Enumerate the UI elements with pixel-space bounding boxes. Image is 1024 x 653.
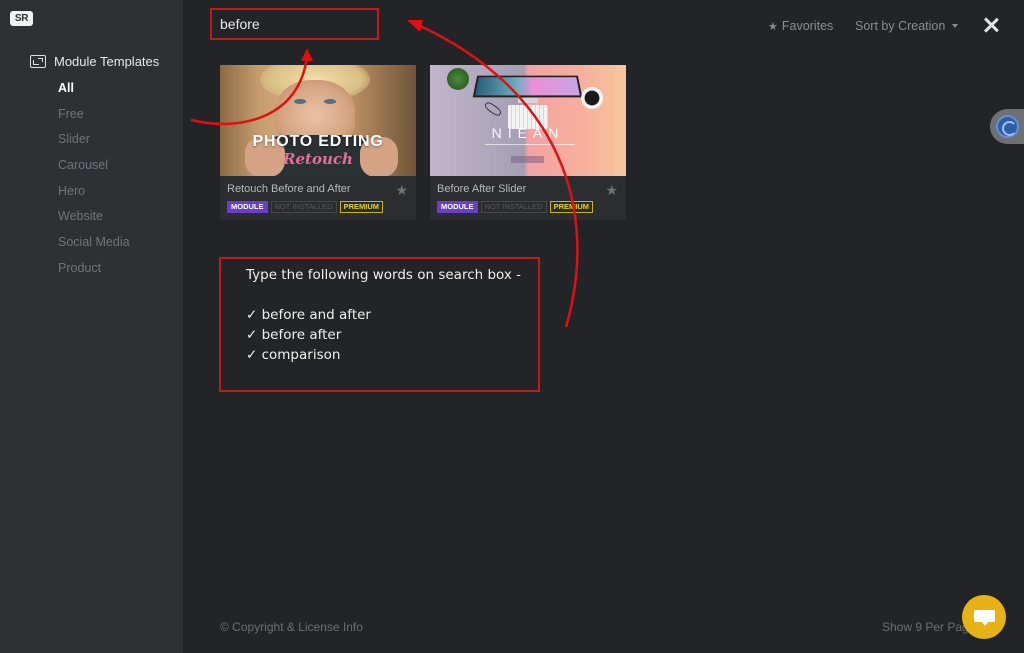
- template-icon: [30, 55, 46, 68]
- thumb-eye: [324, 99, 336, 104]
- search-input[interactable]: [212, 10, 377, 38]
- template-thumbnail: PHOTO EDTING Retouch: [220, 65, 416, 176]
- arrowhead: [407, 20, 423, 32]
- sort-label: Sort by Creation: [855, 19, 946, 33]
- filter-all[interactable]: All: [58, 80, 130, 106]
- module-badge: MODULE: [437, 201, 478, 213]
- install-status-badge: NOT INSTALLED: [480, 201, 547, 213]
- chat-button[interactable]: [962, 595, 1006, 639]
- thumb-headline: PHOTO EDTING: [252, 133, 384, 150]
- badge-row: MODULE NOT INSTALLED PREMIUM: [227, 201, 383, 213]
- star-icon[interactable]: ★: [605, 182, 618, 199]
- annotation-item: ✓ before and after: [246, 307, 371, 323]
- filter-website[interactable]: Website: [58, 208, 130, 234]
- refresh-icon: [996, 115, 1019, 138]
- filter-list: All Free Slider Carousel Hero Website So…: [58, 80, 130, 286]
- card-title: Before After Slider: [437, 183, 527, 195]
- template-card[interactable]: PHOTO EDTING Retouch Retouch Before and …: [220, 65, 416, 220]
- thumb-subline: [485, 144, 575, 145]
- filter-slider[interactable]: Slider: [58, 131, 130, 157]
- install-status-badge: NOT INSTALLED: [270, 201, 337, 213]
- thumb-glasses: [483, 100, 503, 118]
- filter-hero[interactable]: Hero: [58, 183, 130, 209]
- star-icon[interactable]: ★: [395, 182, 408, 199]
- annotation-heading: Type the following words on search box -: [246, 267, 522, 283]
- copyright-link[interactable]: © Copyright & License Info: [220, 620, 363, 634]
- premium-badge: PREMIUM: [549, 201, 593, 213]
- premium-badge: PREMIUM: [339, 201, 383, 213]
- template-card[interactable]: NIEAN Before After Slider ★ MODULE NOT I…: [430, 65, 626, 220]
- annotation-box: Type the following words on search box -…: [219, 257, 540, 392]
- annotation-item: ✓ before after: [246, 327, 342, 343]
- category-label: Module Templates: [54, 54, 160, 69]
- badge-row: MODULE NOT INSTALLED PREMIUM: [437, 201, 593, 213]
- thumb-stand: [518, 98, 538, 103]
- star-icon: ★: [768, 20, 778, 33]
- arrowhead: [301, 48, 313, 61]
- module-badge: MODULE: [227, 201, 268, 213]
- thumb-eye: [294, 99, 306, 104]
- search-box-highlight: [210, 8, 379, 40]
- filter-free[interactable]: Free: [58, 106, 130, 132]
- filter-carousel[interactable]: Carousel: [58, 157, 130, 183]
- sort-dropdown[interactable]: Sort by Creation: [855, 19, 959, 33]
- filter-social-media[interactable]: Social Media: [58, 234, 130, 260]
- chat-icon: [974, 610, 995, 626]
- thumb-script: Retouch: [283, 150, 353, 168]
- thumb-headline: NIEAN: [491, 125, 565, 141]
- template-thumbnail: NIEAN: [430, 65, 626, 176]
- favorites-label: Favorites: [781, 19, 834, 33]
- thumb-cup: [581, 87, 603, 109]
- sidebar: SR Module Templates All Free Slider Caro…: [0, 0, 183, 653]
- close-icon[interactable]: [980, 14, 1002, 36]
- favorites-button[interactable]: ★ Favorites: [768, 19, 833, 33]
- category-module-templates[interactable]: Module Templates: [30, 54, 159, 69]
- annotation-item: ✓ comparison: [246, 347, 341, 363]
- thumb-monitor: [472, 75, 583, 98]
- caret-down-icon: [952, 24, 959, 28]
- side-widget-button[interactable]: [990, 109, 1024, 144]
- thumb-plant: [447, 68, 469, 90]
- filter-product[interactable]: Product: [58, 260, 130, 286]
- card-title: Retouch Before and After: [227, 183, 351, 195]
- per-page-selector[interactable]: Show 9 Per Page: [882, 620, 975, 634]
- thumb-cta: [511, 156, 544, 163]
- app-logo[interactable]: SR: [10, 11, 33, 26]
